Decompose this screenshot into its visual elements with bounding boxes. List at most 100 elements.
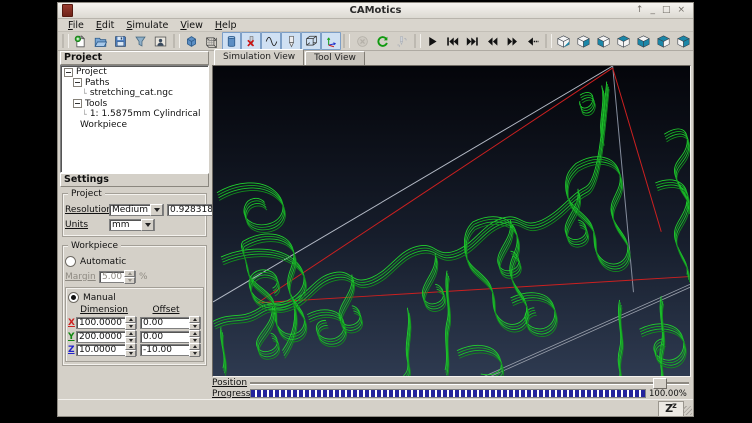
project-groupbox: Project Resolution Medium 0.928318 [62,193,207,237]
show-axes-icon [325,35,338,48]
wire-view-button[interactable] [202,32,222,50]
step-forward-button[interactable] [503,32,523,50]
units-value: mm [110,220,141,230]
close-button[interactable]: × [677,6,685,15]
axis-label-x: X [68,318,76,328]
resolution-combo[interactable]: Medium [109,204,164,216]
position-slider-handle[interactable] [653,378,667,389]
menu-file[interactable]: File [62,20,90,31]
view-top-button[interactable] [653,32,673,50]
tree-item-stretching-cat-ngc[interactable]: └stretching_cat.ngc [61,88,208,99]
hide-tool-button[interactable] [241,32,261,50]
spinner-buttons[interactable] [125,343,136,357]
collapse-minus-icon[interactable] [64,68,73,77]
show-bounds-button[interactable] [301,32,321,50]
manual-radio-row[interactable]: Manual [68,292,201,303]
workpiece-groupbox-title: Workpiece [68,241,121,251]
view-right-button[interactable] [633,32,653,50]
reload-button[interactable] [372,32,392,50]
y-offset-spin-value: 0.00 [141,332,189,342]
open-project-button[interactable] [91,32,111,50]
automatic-radio-row[interactable]: Automatic [65,255,204,268]
combo-arrow-icon[interactable] [150,204,163,216]
tree-item-paths[interactable]: Paths [61,78,208,89]
hide-tool-icon [245,35,258,48]
position-slider[interactable] [250,377,691,388]
resize-grip[interactable] [683,406,692,415]
axis-label-z: Z [68,345,76,355]
menu-bar: FileEditSimulateViewHelp [58,19,693,32]
new-project-button[interactable] [71,32,91,50]
spinner-buttons[interactable] [189,330,200,344]
title-bar[interactable]: CAMotics ↑_□× [58,3,693,19]
skip-end-button[interactable] [463,32,483,50]
y-offset-spin[interactable]: 0.00 [140,331,201,343]
automatic-radio[interactable] [65,256,76,267]
skip-start-icon [446,35,459,48]
x-dimension-spin[interactable]: 100.0000 [76,317,137,329]
show-path-icon [265,35,278,48]
view-left-button[interactable] [613,32,633,50]
direction-button[interactable] [523,32,543,50]
settings-panel: Project Resolution Medium 0.928318 [60,187,209,399]
menu-view[interactable]: View [174,20,209,31]
menu-edit[interactable]: Edit [90,20,120,31]
view-back-button[interactable] [593,32,613,50]
workpiece-view-button[interactable] [182,32,202,50]
toolbar [58,32,693,51]
skip-start-button[interactable] [443,32,463,50]
tree-item-workpiece[interactable]: Workpiece [61,120,208,131]
x-offset-spin[interactable]: 0.00 [140,317,201,329]
view-bottom-button[interactable] [673,32,693,50]
progress-label: Progress [212,389,250,399]
minimize-button[interactable]: _ [650,6,655,15]
menu-help[interactable]: Help [209,20,243,31]
view-tabbar: Simulation ViewTool View [212,51,691,65]
save-project-button[interactable] [111,32,131,50]
snapshot-button[interactable] [151,32,171,50]
show-bounds-icon [305,35,318,48]
tree-item-1-1-5875mm-cylindrical[interactable]: └1: 1.5875mm Cylindrical [61,109,208,120]
view-bottom-icon [677,35,690,48]
spinner-buttons [124,270,135,284]
toolpath-canvas[interactable] [213,66,690,376]
y-dimension-spin[interactable]: 200.0000 [76,331,137,343]
units-label: Units [65,220,109,230]
show-path-button[interactable] [261,32,281,50]
tree-item-label: Project [76,67,107,77]
collapse-minus-icon[interactable] [73,99,82,108]
manual-radio[interactable] [68,292,79,303]
show-axes-button[interactable] [321,32,341,50]
export-button[interactable] [131,32,151,50]
shade-button[interactable]: ↑ [636,6,644,15]
spinner-buttons[interactable] [189,343,200,357]
view-front-button[interactable] [573,32,593,50]
axis-row-y: Y200.00000.00 [68,331,201,343]
step-back-button[interactable] [483,32,503,50]
position-slider-groove[interactable] [250,382,689,385]
units-combo[interactable]: mm [109,219,155,231]
collapse-minus-icon[interactable] [73,78,82,87]
tree-item-label: Workpiece [80,120,127,130]
solid-view-button[interactable] [222,32,242,50]
dimension-header: Dimension [78,305,130,315]
project-tree: ProjectPaths└stretching_cat.ngcTools└1: … [60,65,209,173]
tree-item-tools[interactable]: Tools [61,99,208,110]
view-isometric-button[interactable] [554,32,574,50]
show-tool-button[interactable] [281,32,301,50]
tree-item-project[interactable]: Project [61,67,208,78]
play-icon [426,35,439,48]
play-button[interactable] [423,32,443,50]
combo-arrow-icon[interactable] [141,219,154,231]
tab-tool-view[interactable]: Tool View [305,51,365,65]
z-offset-spin[interactable]: -10.00 [140,344,201,356]
z-dimension-spin[interactable]: 10.0000 [76,344,137,356]
maximize-button[interactable]: □ [662,6,671,15]
spinner-buttons[interactable] [189,316,200,330]
spinner-buttons[interactable] [125,330,136,344]
spinner-buttons[interactable] [125,316,136,330]
tab-simulation-view[interactable]: Simulation View [214,49,304,65]
menu-simulate[interactable]: Simulate [120,20,174,31]
tree-elbow-icon: └ [82,110,87,119]
simulation-viewport[interactable] [212,65,691,377]
